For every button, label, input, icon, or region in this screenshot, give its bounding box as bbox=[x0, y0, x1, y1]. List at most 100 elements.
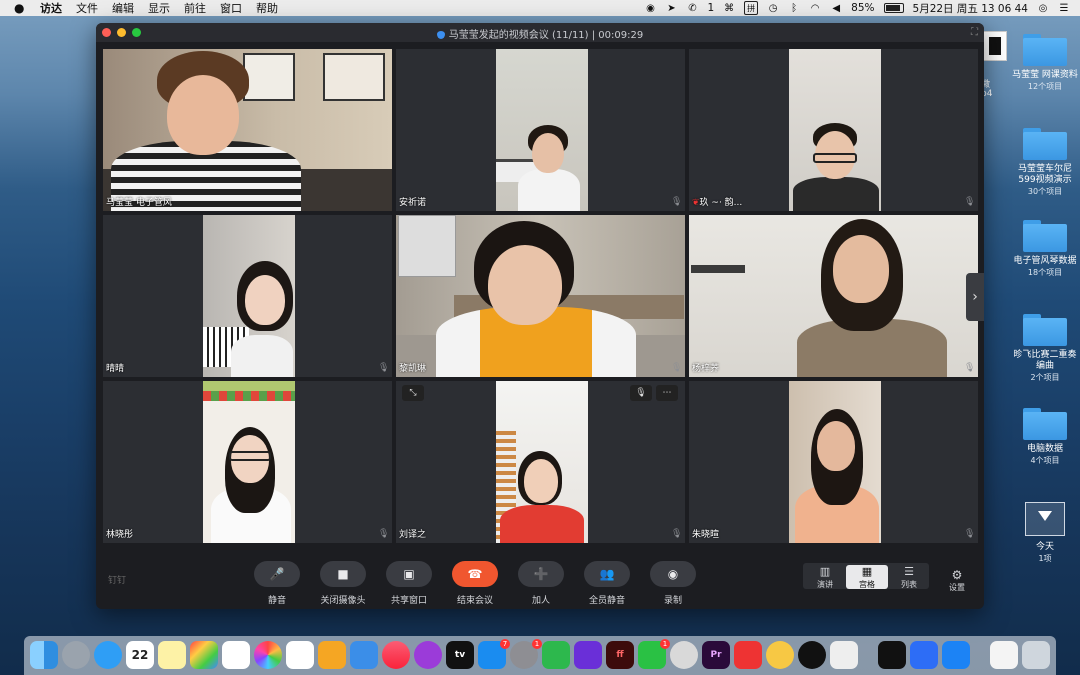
video-tile[interactable]: ⤡ 🎙 ⋯ 刘译之 🎙 bbox=[396, 381, 685, 543]
video-feed bbox=[689, 215, 978, 377]
desktop-folder[interactable]: 马莹莹 网课资料 12个项目 bbox=[1010, 34, 1080, 92]
grid-view-label: 宫格 bbox=[859, 580, 875, 589]
desktop-folder[interactable]: 电子管风琴数据 18个项目 bbox=[1010, 220, 1080, 278]
settings-button[interactable]: ⚙ 设置 bbox=[944, 568, 970, 593]
glasses bbox=[813, 153, 857, 163]
menu-edit[interactable]: 编辑 bbox=[112, 0, 134, 16]
video-feed bbox=[203, 215, 295, 377]
finder-icon[interactable] bbox=[30, 641, 58, 669]
record-icon: ◉ bbox=[650, 561, 696, 587]
gear-icon: ⚙ bbox=[951, 568, 963, 582]
downloads-stack-icon[interactable] bbox=[990, 641, 1018, 669]
status-area: ◉ ➤ ✆ 1 ⌘ 拼 ◷ ᛒ ◠ ◀ 85% 5月22日 周五 13 06 4… bbox=[644, 0, 1070, 16]
maps-icon[interactable] bbox=[542, 641, 570, 669]
desktop-folder[interactable]: 电脑数据 4个项目 bbox=[1010, 408, 1080, 466]
apple-icon[interactable]: ● bbox=[14, 2, 26, 14]
share-window-button[interactable]: ▣ 共享窗口 bbox=[380, 561, 438, 606]
add-people-button[interactable]: ➕ 加人 bbox=[512, 561, 570, 606]
desktop-folder[interactable]: 马莹莹车尔尼599视频演示 30个项目 bbox=[1010, 128, 1080, 197]
desktop-folder[interactable]: 昣飞比赛二重奏编曲 2个项目 bbox=[1010, 314, 1080, 383]
end-meeting-button[interactable]: ☎ 结束会议 bbox=[446, 561, 504, 606]
speaker-view-button[interactable]: ▥ 演讲 bbox=[804, 565, 846, 589]
trash-icon[interactable] bbox=[1022, 641, 1050, 669]
premiere-icon[interactable]: Pr bbox=[702, 641, 730, 669]
location-icon[interactable]: ➤ bbox=[665, 2, 677, 14]
numbers-icon[interactable] bbox=[286, 641, 314, 669]
input-method-icon[interactable]: 拼 bbox=[744, 1, 759, 15]
photos-icon[interactable] bbox=[254, 641, 282, 669]
xmind-icon[interactable] bbox=[734, 641, 762, 669]
calendar-icon[interactable]: 22 bbox=[126, 641, 154, 669]
dingtalk-dock-icon[interactable] bbox=[942, 641, 970, 669]
desktop-smart-folder[interactable]: 今天 1项 bbox=[1010, 502, 1080, 564]
grid-view-button[interactable]: ▦ 宫格 bbox=[846, 565, 888, 589]
volume-icon[interactable]: ◀ bbox=[830, 2, 842, 14]
person bbox=[793, 177, 879, 211]
keynote-icon[interactable] bbox=[350, 641, 378, 669]
safari-icon[interactable] bbox=[94, 641, 122, 669]
camera-off-button[interactable]: ■ 关闭摄像头 bbox=[314, 561, 372, 606]
participant-name: 马莹莹 电子管风 bbox=[106, 198, 172, 208]
video-tile[interactable]: ❦玖 ~· 韵... 🎙 bbox=[689, 49, 978, 211]
battery-icon[interactable] bbox=[883, 3, 904, 13]
mic-muted-icon: 🎙 bbox=[378, 529, 390, 539]
screenshot-icon[interactable] bbox=[830, 641, 858, 669]
list-view-button[interactable]: ☰ 列表 bbox=[888, 565, 930, 589]
participant-name: 杨梓荞 bbox=[692, 364, 720, 374]
folder-icon bbox=[1023, 314, 1067, 346]
video-tile[interactable]: 黎凯琳 🎙 bbox=[396, 215, 685, 377]
app-icon[interactable] bbox=[766, 641, 794, 669]
share-screen-icon: ▣ bbox=[386, 561, 432, 587]
add-people-label: 加人 bbox=[531, 596, 550, 606]
video-tile[interactable]: 安祈诺 🎙 bbox=[396, 49, 685, 211]
mute-button[interactable]: 🎤 静音 bbox=[248, 561, 306, 606]
font-app-icon[interactable]: ff bbox=[606, 641, 634, 669]
menu-finder[interactable]: 访达 bbox=[40, 0, 62, 16]
wall-shelf bbox=[691, 265, 745, 273]
battery-percent: 85% bbox=[851, 2, 875, 14]
mic-muted-icon[interactable]: 🎙 bbox=[630, 385, 652, 401]
pages-icon[interactable] bbox=[318, 641, 346, 669]
more-icon[interactable]: ⋯ bbox=[656, 385, 678, 401]
launchpad-icon[interactable] bbox=[62, 641, 90, 669]
menu-help[interactable]: 帮助 bbox=[256, 0, 278, 16]
video-tile[interactable]: 杨梓荞 🎙 bbox=[689, 215, 978, 377]
terminal-icon[interactable] bbox=[878, 641, 906, 669]
menu-window[interactable]: 窗口 bbox=[220, 0, 242, 16]
menu-file[interactable]: 文件 bbox=[76, 0, 98, 16]
next-page-chevron-icon[interactable]: › bbox=[966, 273, 984, 321]
menu-view[interactable]: 显示 bbox=[148, 0, 170, 16]
wall-frame bbox=[323, 53, 385, 101]
bluetooth-icon[interactable]: ᛒ bbox=[788, 2, 800, 14]
control-center-icon[interactable]: ☰ bbox=[1058, 2, 1070, 14]
podcasts-icon[interactable] bbox=[414, 641, 442, 669]
list-view-label: 列表 bbox=[901, 580, 917, 589]
video-tile[interactable]: 林晓彤 🎙 bbox=[103, 381, 392, 543]
mute-label: 静音 bbox=[267, 596, 286, 606]
wps-icon[interactable] bbox=[910, 641, 938, 669]
music-icon[interactable] bbox=[382, 641, 410, 669]
expand-icon[interactable]: ⤡ bbox=[402, 385, 424, 401]
qq-icon[interactable] bbox=[798, 641, 826, 669]
video-tile[interactable]: 朱晓暄 🎙 bbox=[689, 381, 978, 543]
curtain bbox=[203, 391, 295, 401]
dingtalk-status-icon[interactable]: ◉ bbox=[644, 2, 656, 14]
reminders-icon[interactable] bbox=[222, 641, 250, 669]
user-icon[interactable]: ◎ bbox=[1037, 2, 1049, 14]
mute-all-button[interactable]: 👥 全员静音 bbox=[578, 561, 636, 606]
clock-icon[interactable]: ◷ bbox=[767, 2, 779, 14]
wechat-icon[interactable]: ✆ bbox=[686, 2, 698, 14]
fullscreen-icon[interactable]: ⛶ bbox=[971, 27, 978, 38]
notes-icon[interactable] bbox=[158, 641, 186, 669]
shortcut-icon[interactable]: ⌘ bbox=[723, 2, 735, 14]
disk-utility-icon[interactable] bbox=[670, 641, 698, 669]
apple-tv-icon[interactable]: tv bbox=[446, 641, 474, 669]
color-picker-icon[interactable] bbox=[190, 641, 218, 669]
video-tile[interactable]: 晴晴 🎙 bbox=[103, 215, 392, 377]
record-button[interactable]: ◉ 录制 bbox=[644, 561, 702, 606]
video-tile[interactable]: 马莹莹 电子管风 bbox=[103, 49, 392, 211]
wifi-icon[interactable]: ◠ bbox=[809, 2, 821, 14]
clock-text[interactable]: 5月22日 周五 13 06 44 bbox=[913, 1, 1028, 16]
menu-go[interactable]: 前往 bbox=[184, 0, 206, 16]
imovie-star-icon[interactable] bbox=[574, 641, 602, 669]
